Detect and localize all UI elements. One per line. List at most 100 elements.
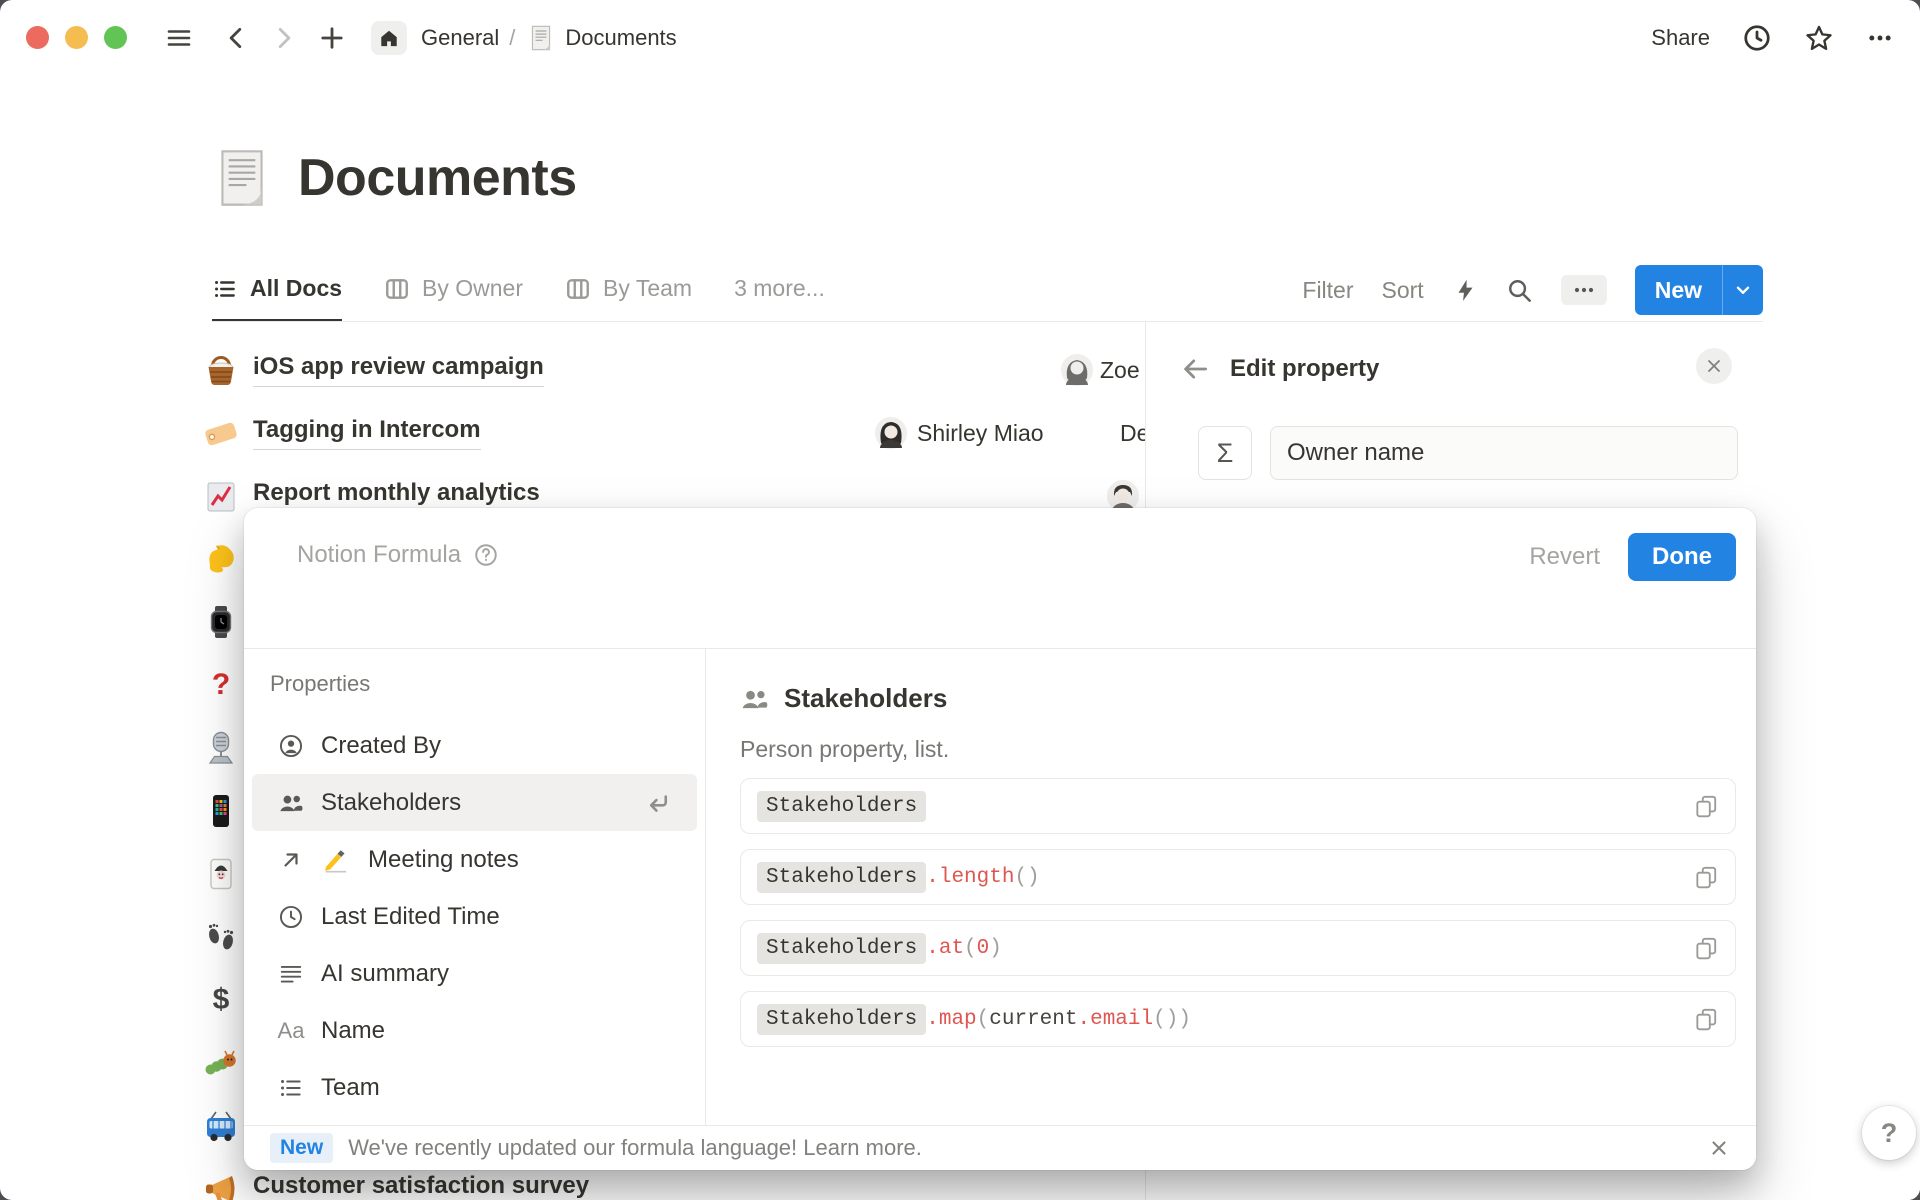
caterpillar-emoji [202,1044,240,1082]
flexed-biceps-emoji [202,540,240,578]
property-item-stakeholders[interactable]: Stakeholders [252,774,697,831]
copy-icon[interactable] [1693,1006,1719,1032]
doc-title[interactable]: Customer satisfaction survey [253,1172,589,1200]
help-circle-icon[interactable] [473,542,499,568]
page-icon-document-emoji[interactable] [210,146,274,210]
avatar[interactable] [873,415,909,451]
tab-by-team[interactable]: By Team [565,258,692,322]
property-item-meeting-notes[interactable]: Meeting notes [252,831,697,888]
zoom-window-button[interactable] [104,26,127,49]
property-label: Created By [321,732,441,760]
code-token: Stakeholders [757,791,926,822]
search-icon[interactable] [1506,277,1533,304]
formula-suggestion[interactable]: Stakeholders [740,778,1736,834]
formula-sigma-icon[interactable]: Σ [1198,426,1252,480]
person-circle-icon [278,733,304,759]
megaphone-emoji [202,1171,240,1200]
property-item-ai-summary[interactable]: AI summary [252,945,697,1002]
view-options-icon[interactable] [1561,275,1607,305]
code-token: Stakeholders [757,862,926,893]
formula-suggestion[interactable]: Stakeholders .map ( current .email ()) [740,991,1736,1047]
close-icon[interactable] [1696,348,1732,384]
board-view-icon [565,276,591,302]
updates-clock-icon[interactable] [1742,23,1772,53]
page-title: Documents [298,148,577,208]
writing-hand-emoji [321,845,351,875]
traffic-lights [26,26,127,49]
help-button[interactable]: ? [1862,1106,1916,1160]
document-emoji [527,24,555,52]
board-view-icon [384,276,410,302]
property-label: Stakeholders [321,789,461,817]
property-label: Last Edited Time [321,903,500,931]
tab-by-owner[interactable]: By Owner [384,258,523,322]
studio-microphone-emoji [202,729,240,767]
watch-emoji [202,603,240,641]
home-icon[interactable] [371,21,407,55]
property-item-team[interactable]: Team [252,1059,697,1116]
breadcrumb-separator: / [509,25,515,51]
done-button[interactable]: Done [1628,533,1736,581]
property-label: Team [321,1074,380,1102]
clock-icon [278,904,304,930]
new-tab-icon[interactable] [319,25,345,51]
dollar-sign-emoji: $ [202,981,240,1019]
new-dropdown-chevron-icon[interactable] [1722,265,1763,315]
copy-icon[interactable] [1693,793,1719,819]
filter-button[interactable]: Filter [1302,277,1353,304]
people-icon [278,789,304,816]
basket-emoji [202,352,240,390]
property-item-name[interactable]: Aa Name [252,1002,697,1059]
more-options-icon[interactable] [1866,24,1894,52]
breadcrumb-page[interactable]: Documents [565,25,676,51]
list-view-icon [212,276,238,302]
copy-icon[interactable] [1693,935,1719,961]
formula-input-placeholder[interactable]: Notion Formula [297,541,461,569]
property-item-created-by[interactable]: Created By [252,717,697,774]
people-icon [740,684,769,713]
minimize-window-button[interactable] [65,26,88,49]
formula-editor-popup: Notion Formula Revert Done Properties Cr… [244,508,1756,1170]
doc-title[interactable]: Tagging in Intercom [253,416,481,450]
avatar[interactable] [1059,352,1095,388]
view-tabs: All Docs By Owner By Team 3 more... [212,258,825,322]
property-item-last-edited-time[interactable]: Last Edited Time [252,888,697,945]
tab-label: By Team [603,275,692,302]
doc-title[interactable]: iOS app review campaign [253,353,544,387]
forward-icon[interactable] [271,25,297,51]
sort-button[interactable]: Sort [1382,277,1424,304]
back-icon[interactable] [223,25,249,51]
new-button[interactable]: New [1635,265,1722,315]
formula-suggestion[interactable]: Stakeholders .length () [740,849,1736,905]
tab-more-views[interactable]: 3 more... [734,258,825,322]
banner-message[interactable]: We've recently updated our formula langu… [348,1135,922,1161]
back-arrow-icon[interactable] [1180,354,1210,384]
automation-lightning-icon[interactable] [1452,277,1478,303]
titlebar: General / Documents Share [0,0,1920,75]
close-window-button[interactable] [26,26,49,49]
revert-button[interactable]: Revert [1529,543,1600,571]
table-row[interactable]: Tagging in Intercom Shirley Miao Dece [195,402,1145,465]
table-row[interactable]: iOS app review campaign Zoe [195,339,1145,402]
property-name-input[interactable] [1270,426,1738,480]
formula-suggestion[interactable]: Stakeholders .at ( 0 ) [740,920,1736,976]
sidebar-menu-icon[interactable] [165,24,193,52]
close-icon[interactable] [1708,1137,1730,1159]
detail-subtitle: Person property, list. [740,736,1736,763]
view-toolbar: Filter Sort New [1302,265,1763,315]
edit-property-header: Edit property [1180,354,1379,384]
properties-heading: Properties [270,671,705,697]
owner-name: Zoe [1100,357,1140,384]
property-label: Name [321,1017,385,1045]
favorite-star-icon[interactable] [1804,23,1834,53]
mobile-phone-emoji [202,792,240,830]
lines-text-icon [278,961,304,987]
notion-window: General / Documents Share Documents [0,0,1920,1200]
new-button-group: New [1635,265,1763,315]
tab-label: By Owner [422,275,523,302]
share-button[interactable]: Share [1651,25,1710,51]
tab-all-docs[interactable]: All Docs [212,258,342,322]
copy-icon[interactable] [1693,864,1719,890]
breadcrumb-root[interactable]: General [421,25,499,51]
footprints-emoji [202,918,240,956]
